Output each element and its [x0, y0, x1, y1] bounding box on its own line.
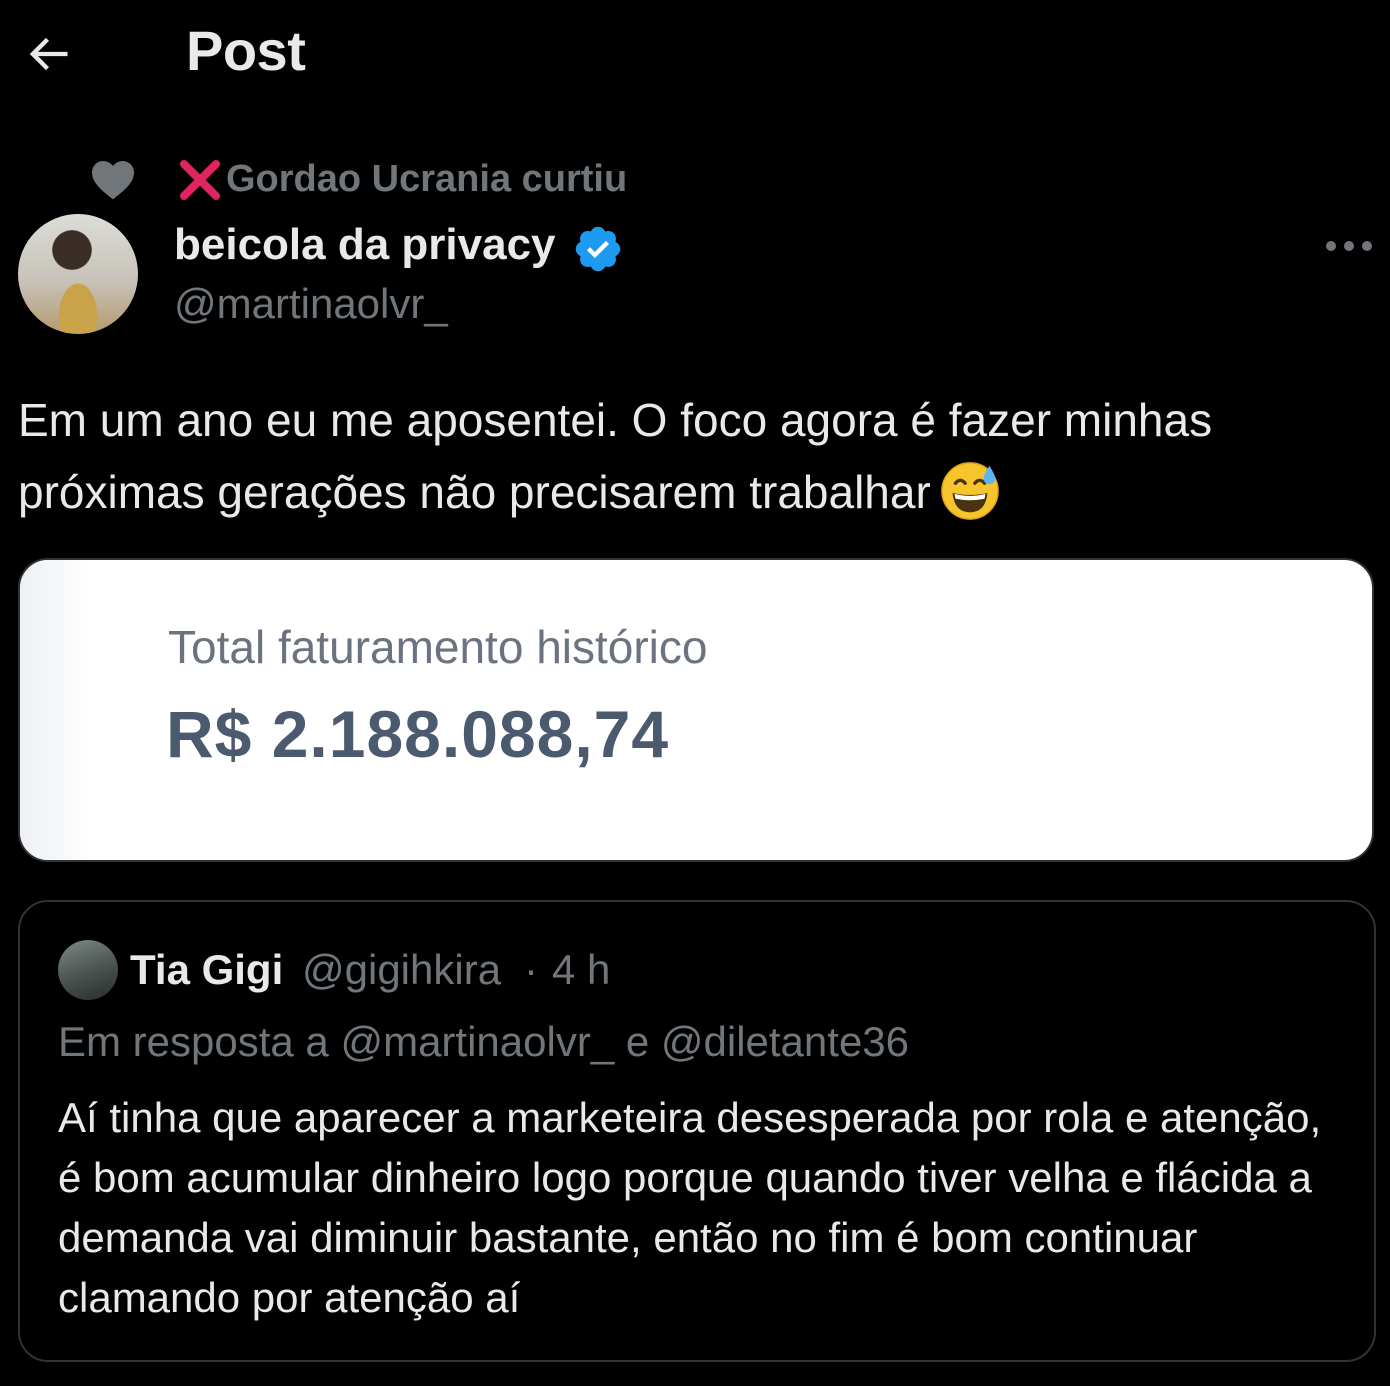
- separator-dot: ·: [524, 946, 538, 993]
- quoted-reply-card[interactable]: Tia Gigi @gigihkira · 4 h Em resposta a …: [18, 900, 1376, 1362]
- page-title: Post: [186, 19, 306, 82]
- post-text: Em um ano eu me aposentei. O foco agora …: [18, 384, 1374, 528]
- author-avatar[interactable]: [18, 214, 138, 334]
- image-label: Total faturamento histórico: [168, 621, 708, 673]
- heart-icon: [92, 161, 134, 200]
- liked-by-text: Gordao Ucrania curtiu: [226, 158, 628, 200]
- reply-context: Em resposta a @martinaolvr_ e @diletante…: [58, 1018, 910, 1065]
- image-shadow-strip: [20, 560, 90, 860]
- post-image[interactable]: Total faturamento histórico R$ 2.188.088…: [18, 558, 1374, 862]
- arrow-left-icon[interactable]: [22, 28, 74, 80]
- quoted-reply-text: Aí tinha que aparecer a marketeira deses…: [58, 1094, 1322, 1321]
- red-x-icon: [180, 160, 220, 200]
- author-handle[interactable]: @martinaolvr_: [174, 280, 448, 328]
- image-amount: R$ 2.188.088,74: [166, 697, 670, 771]
- verified-badge-icon: [575, 226, 621, 272]
- quoted-author-name[interactable]: Tia Gigi: [130, 946, 283, 994]
- quoted-author-handle[interactable]: @gigihkira: [302, 946, 501, 994]
- quoted-timestamp[interactable]: 4 h: [552, 946, 610, 994]
- author-display-name[interactable]: beicola da privacy: [174, 220, 556, 270]
- post-text-content: Em um ano eu me aposentei. O foco agora …: [18, 394, 1225, 518]
- more-horizontal-icon[interactable]: [1322, 226, 1376, 266]
- quoted-author-avatar[interactable]: [58, 940, 118, 1000]
- grinning-face-with-sweat-emoji: [940, 462, 999, 520]
